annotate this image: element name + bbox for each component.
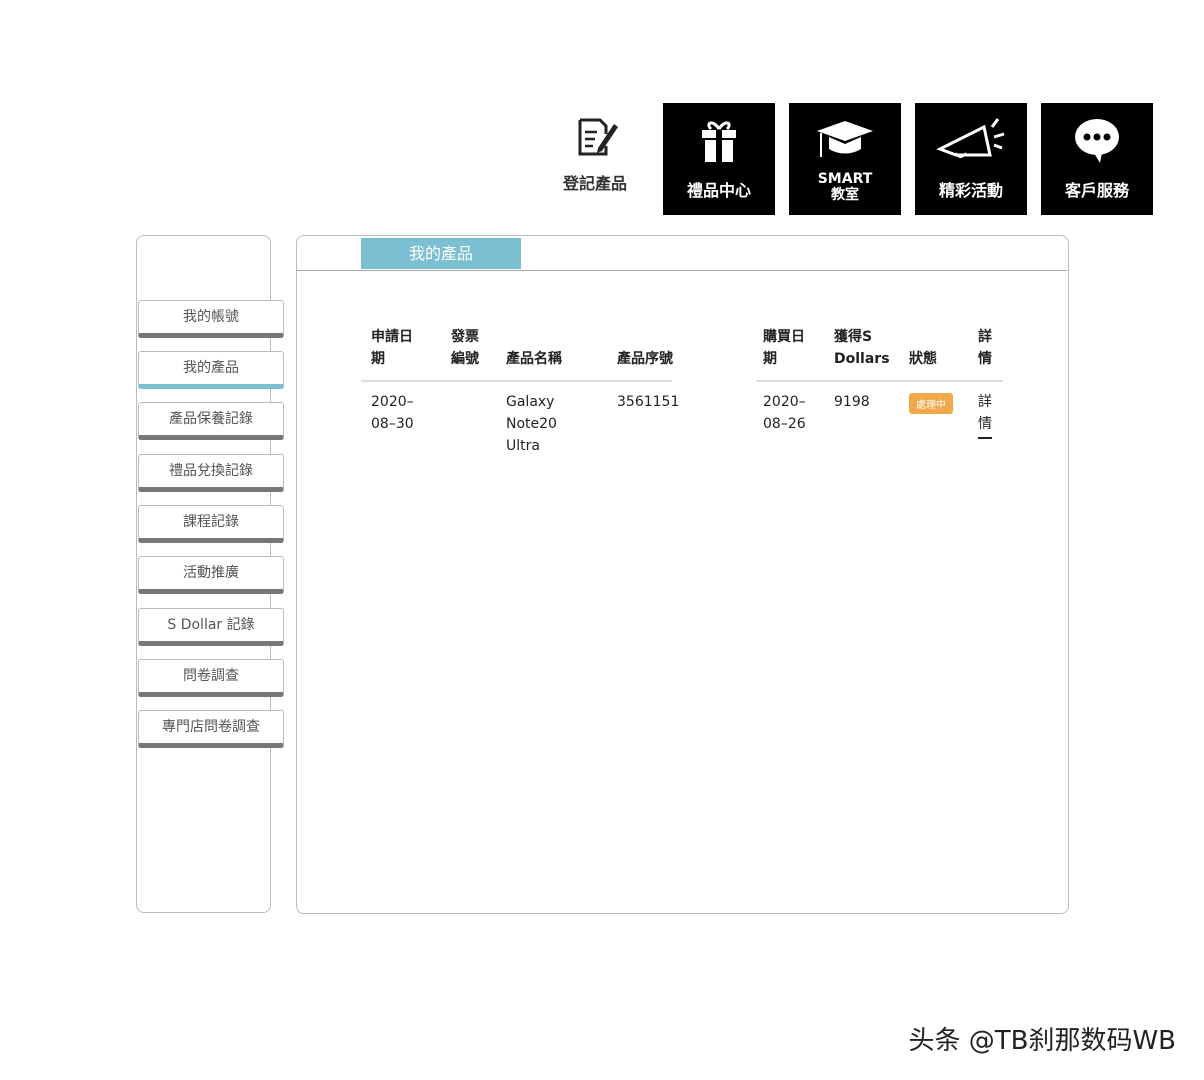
sidebar-item-s-dollar-records[interactable]: S Dollar 記錄 xyxy=(138,608,284,646)
smart-label: SMART xyxy=(789,171,901,187)
details-link[interactable]: 詳情 xyxy=(978,391,992,439)
header-apply-date: 申請日期 xyxy=(371,326,413,370)
customer-service-tile[interactable]: 客戶服務 xyxy=(1041,103,1153,215)
smart-classroom-tile[interactable]: SMART教室 xyxy=(789,103,901,215)
watermark: 头条 @TB刹那数码WB xyxy=(908,1020,1176,1057)
header-serial: 產品序號 xyxy=(617,348,673,370)
chat-bubble-icon xyxy=(1072,117,1122,165)
register-product-button[interactable]: 登記產品 xyxy=(556,112,634,212)
header-status: 狀態 xyxy=(909,348,937,370)
header-text: 編號 xyxy=(451,348,479,370)
header-text: 獲得S xyxy=(834,326,890,348)
header-invoice: 發票編號 xyxy=(451,326,479,370)
cell-text: 2020– xyxy=(371,391,414,413)
header-details: 詳情 xyxy=(978,326,992,370)
header-dollars: 獲得SDollars xyxy=(834,326,890,370)
cell-purchase-date: 2020–08–26 xyxy=(763,391,806,435)
header-divider xyxy=(756,380,1003,382)
header-divider xyxy=(361,380,672,382)
tab-divider xyxy=(297,270,1067,271)
header-text: 期 xyxy=(371,348,413,370)
header-product-name: 產品名稱 xyxy=(506,348,562,370)
status-badge: 處理中 xyxy=(909,393,953,414)
gift-icon xyxy=(699,117,739,163)
register-product-label: 登記產品 xyxy=(556,170,634,194)
link-text: 詳 xyxy=(978,391,992,413)
cell-text: Galaxy xyxy=(506,391,557,413)
header-text: 申請日 xyxy=(371,326,413,348)
cell-text: Note20 xyxy=(506,413,557,435)
events-label: 精彩活動 xyxy=(915,177,1027,201)
classroom-label: 教室 xyxy=(789,187,901,203)
header-text: 情 xyxy=(978,348,992,370)
cell-text: 08–30 xyxy=(371,413,414,435)
cell-dollars: 9198 xyxy=(834,391,870,413)
cell-text: 2020– xyxy=(763,391,806,413)
header-text: 詳 xyxy=(978,326,992,348)
link-text: 情 xyxy=(978,413,992,439)
header-text: Dollars xyxy=(834,348,890,370)
cell-text: Ultra xyxy=(506,435,557,457)
cell-text: 08–26 xyxy=(763,413,806,435)
customer-service-label: 客戶服務 xyxy=(1041,177,1153,201)
header-text: 發票 xyxy=(451,326,479,348)
header-text: 期 xyxy=(763,348,805,370)
gift-center-tile[interactable]: 禮品中心 xyxy=(663,103,775,215)
sidebar-item-maintenance-records[interactable]: 產品保養記錄 xyxy=(138,402,284,440)
sidebar-item-survey[interactable]: 問卷調查 xyxy=(138,659,284,697)
gift-center-label: 禮品中心 xyxy=(663,177,775,201)
sidebar-item-gift-redemption[interactable]: 禮品兌換記錄 xyxy=(138,454,284,492)
sidebar-item-my-account[interactable]: 我的帳號 xyxy=(138,300,284,338)
sidebar-item-my-products[interactable]: 我的產品 xyxy=(138,351,284,389)
header-purchase-date: 購買日期 xyxy=(763,326,805,370)
header-text: 購買日 xyxy=(763,326,805,348)
tab-my-products[interactable]: 我的產品 xyxy=(361,238,521,269)
edit-document-icon xyxy=(570,112,620,160)
cell-apply-date: 2020–08–30 xyxy=(371,391,414,435)
events-tile[interactable]: 精彩活動 xyxy=(915,103,1027,215)
sidebar-item-promotions[interactable]: 活動推廣 xyxy=(138,556,284,594)
cell-serial: 3561151 xyxy=(617,391,679,413)
sidebar-item-course-records[interactable]: 課程記錄 xyxy=(138,505,284,543)
graduation-cap-icon xyxy=(815,117,875,163)
megaphone-icon xyxy=(936,117,1006,163)
sidebar-item-store-survey[interactable]: 專門店問卷調查 xyxy=(138,710,284,748)
cell-product-name: GalaxyNote20Ultra xyxy=(506,391,557,457)
